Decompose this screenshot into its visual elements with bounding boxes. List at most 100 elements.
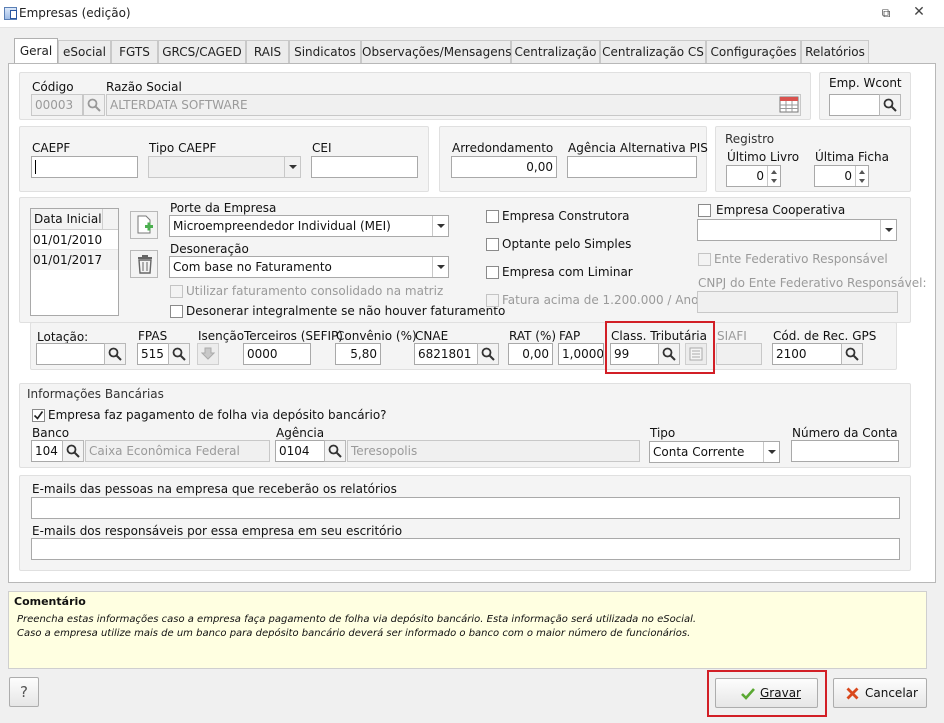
ente-federativo-label: Ente Federativo Responsável (714, 252, 888, 266)
help-button[interactable]: ? (9, 677, 39, 707)
banco-code-field[interactable]: 104 (31, 440, 63, 462)
wcont-search-button[interactable] (879, 94, 901, 116)
codigo-field[interactable]: 00003 (31, 94, 83, 116)
codigo-label: Código (32, 80, 74, 94)
cooperativa-select[interactable] (697, 219, 897, 241)
emails-responsaveis-field[interactable] (31, 538, 900, 560)
cnae-search-button[interactable] (477, 343, 499, 365)
comment-title: Comentário (14, 595, 86, 608)
ente-federativo-checkbox[interactable] (698, 253, 711, 266)
caepf-field[interactable] (31, 156, 138, 178)
cancel-button[interactable]: Cancelar (833, 678, 927, 708)
cnae-field[interactable]: 6821801 (414, 343, 478, 365)
tipo-caepf-select[interactable] (148, 156, 301, 178)
comment-line-1: Preencha estas informações caso a empres… (17, 614, 697, 625)
fatura-acima-checkbox[interactable] (486, 294, 499, 307)
tab-configuracoes[interactable]: Configurações (706, 40, 801, 63)
desonerar-integralmente-label: Desonerar integralmente se não houver fa… (186, 304, 506, 318)
rat-field[interactable]: 0,00 (508, 343, 553, 365)
chevron-down-icon (880, 220, 896, 240)
delete-date-button[interactable] (130, 250, 158, 278)
trash-icon (138, 255, 152, 274)
razao-social-field[interactable]: ALTERDATA SOFTWARE (106, 94, 801, 116)
numero-conta-field[interactable] (791, 440, 899, 462)
agencia-search-button[interactable] (324, 440, 346, 462)
empresa-cooperativa-checkbox[interactable] (698, 204, 711, 217)
tipo-label: Tipo (650, 426, 676, 440)
convenio-field[interactable]: 5,80 (335, 343, 381, 365)
empresa-liminar-checkbox[interactable] (486, 266, 499, 279)
gps-search-button[interactable] (841, 343, 863, 365)
app-icon (4, 7, 17, 20)
search-icon (108, 347, 122, 361)
terceiros-label: Terceiros (SEFIP) (244, 329, 343, 343)
ultima-ficha-label: Última Ficha (815, 150, 889, 164)
cnpj-ente-field[interactable] (697, 291, 898, 313)
arredondamento-field[interactable]: 0,00 (451, 156, 557, 178)
tab-fgts[interactable]: FGTS (111, 40, 158, 63)
cei-field[interactable] (311, 156, 418, 178)
list-item[interactable]: 01/01/2017 (31, 250, 118, 270)
list-item[interactable]: 01/01/2010 (31, 230, 118, 250)
codigo-search-button[interactable] (83, 94, 105, 116)
add-date-button[interactable] (130, 211, 158, 239)
agencia-code-field[interactable]: 0104 (275, 440, 325, 462)
emails-pessoas-field[interactable] (31, 497, 900, 519)
lotacao-field[interactable] (36, 343, 106, 365)
wcont-field[interactable] (829, 94, 881, 116)
tab-grcs-caged[interactable]: GRCS/CAGED (158, 40, 246, 63)
tab-relatorios[interactable]: Relatórios (801, 40, 869, 63)
cei-label: CEI (312, 141, 332, 155)
agencia-name-field[interactable]: Teresopolis (347, 440, 640, 462)
porte-select[interactable]: Microempreendedor Individual (MEI) (169, 215, 449, 237)
desoneracao-select[interactable]: Com base no Faturamento (169, 256, 449, 278)
agencia-pis-label: Agência Alternativa PIS (568, 141, 708, 155)
ultimo-livro-field[interactable]: 0 (726, 165, 781, 187)
tab-esocial[interactable]: eSocial (58, 40, 111, 63)
window-title: Empresas (edição) (19, 6, 131, 20)
isencao-button[interactable] (197, 343, 219, 365)
tipo-select[interactable]: Conta Corrente (649, 441, 780, 463)
siafi-field[interactable] (716, 343, 762, 365)
cancel-label: Cancelar (865, 686, 918, 700)
tab-centralizacao-cs[interactable]: Centralização CS (600, 40, 706, 63)
table-icon[interactable] (779, 96, 799, 114)
rat-label: RAT (%) (509, 329, 557, 343)
banco-label: Banco (32, 426, 70, 440)
tab-sindicatos[interactable]: Sindicatos (289, 40, 361, 63)
spinner-icon[interactable] (767, 166, 780, 186)
convenio-label: Convênio (%) (336, 329, 417, 343)
fap-field[interactable]: 1,0000 (558, 343, 604, 365)
fpas-search-button[interactable] (168, 343, 190, 365)
agencia-pis-field[interactable] (567, 156, 697, 178)
spinner-icon[interactable] (855, 166, 868, 186)
banco-search-button[interactable] (62, 440, 84, 462)
tab-observacoes[interactable]: Observações/Mensagens (361, 40, 512, 63)
desoneracao-label: Desoneração (170, 242, 249, 256)
tab-centralizacao[interactable]: Centralização (511, 40, 600, 63)
search-icon (87, 98, 101, 112)
banco-name-field[interactable]: Caixa Econômica Federal (85, 440, 270, 462)
pagamento-deposito-checkbox[interactable] (32, 409, 45, 422)
tab-geral[interactable]: Geral (14, 38, 58, 63)
bank-title: Informações Bancárias (27, 387, 164, 401)
utilizar-faturamento-checkbox[interactable] (170, 285, 183, 298)
optante-simples-checkbox[interactable] (486, 238, 499, 251)
gps-field[interactable]: 2100 (772, 343, 842, 365)
restore-icon[interactable]: ⧉ (877, 6, 895, 21)
data-inicial-list[interactable]: Data Inicial 01/01/2010 01/01/2017 (30, 208, 119, 316)
utilizar-faturamento-label: Utilizar faturamento consolidado na matr… (186, 284, 444, 298)
ultima-ficha-field[interactable]: 0 (814, 165, 869, 187)
chevron-down-icon (432, 257, 448, 277)
empresa-cooperativa-label: Empresa Cooperativa (716, 203, 846, 217)
lotacao-search-button[interactable] (104, 343, 126, 365)
class-tributaria-highlight (605, 321, 715, 374)
close-icon[interactable]: ✕ (910, 4, 928, 20)
empresa-construtora-checkbox[interactable] (486, 210, 499, 223)
fpas-field[interactable]: 515 (137, 343, 171, 365)
chevron-down-icon (763, 442, 779, 462)
tab-rais[interactable]: RAIS (246, 40, 289, 63)
emails-responsaveis-label: E-mails dos responsáveis por essa empres… (32, 524, 403, 538)
terceiros-field[interactable]: 0000 (243, 343, 311, 365)
desonerar-integralmente-checkbox[interactable] (170, 305, 183, 318)
